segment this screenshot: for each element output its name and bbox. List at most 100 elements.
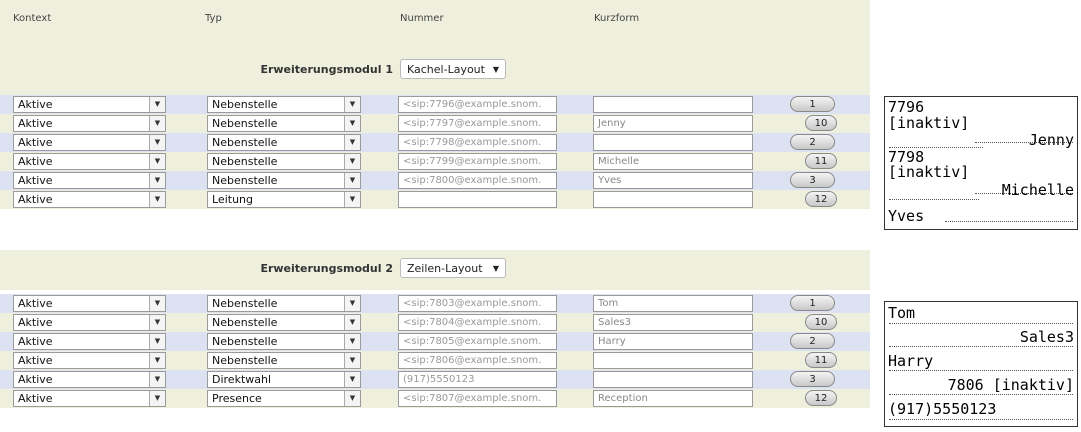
table-row: Aktive ▼ Nebenstelle ▼ <sip:7796@example.sno… — [0, 95, 870, 114]
typ-value: Nebenstelle — [212, 136, 278, 149]
typ-select[interactable]: Nebenstelle ▼ — [207, 115, 361, 132]
kontext-select[interactable]: Aktive ▼ — [13, 371, 166, 388]
display-divider — [889, 199, 979, 200]
kontext-select[interactable]: Aktive ▼ — [13, 96, 166, 113]
display-line: Harry — [888, 352, 934, 370]
display-line: Jenny — [1028, 131, 1074, 149]
module2-layout-select[interactable]: Zeilen-Layout ▼ — [400, 258, 506, 278]
kontext-value: Aktive — [18, 392, 53, 405]
display-line: 7806 [inaktiv] — [947, 376, 1074, 394]
display-line: Michelle — [1001, 181, 1074, 199]
function-key-button[interactable]: 12 — [805, 191, 837, 207]
kontext-value: Aktive — [18, 174, 53, 187]
kurzform-input[interactable] — [593, 371, 753, 388]
kurzform-input[interactable] — [593, 352, 753, 369]
chevron-down-icon: ▼ — [149, 372, 165, 387]
typ-select[interactable]: Nebenstelle ▼ — [207, 352, 361, 369]
nummer-input[interactable]: <sip:7800@example.snom. — [398, 172, 557, 189]
typ-value: Nebenstelle — [212, 335, 278, 348]
module2-display-preview: Tom Sales3 Harry 7806 [inaktiv] (917)555… — [884, 301, 1078, 427]
function-key-button[interactable]: 10 — [805, 115, 837, 131]
table-row: Aktive ▼ Nebenstelle ▼ <sip:7797@example.sno… — [0, 114, 870, 133]
function-key-button[interactable]: 1 — [790, 295, 835, 311]
column-header-typ: Typ — [205, 13, 222, 24]
kontext-select[interactable]: Aktive ▼ — [13, 172, 166, 189]
function-key-button[interactable]: 10 — [805, 314, 837, 330]
module1-layout-select[interactable]: Kachel-Layout ▼ — [400, 59, 506, 79]
typ-value: Nebenstelle — [212, 117, 278, 130]
typ-select[interactable]: Nebenstelle ▼ — [207, 172, 361, 189]
chevron-down-icon: ▼ — [344, 173, 360, 188]
function-key-button[interactable]: 3 — [790, 371, 835, 387]
nummer-input[interactable] — [398, 191, 557, 208]
display-divider — [889, 346, 1073, 347]
kurzform-input[interactable]: Yves — [593, 172, 753, 189]
typ-select[interactable]: Nebenstelle ▼ — [207, 295, 361, 312]
nummer-input[interactable]: <sip:7806@example.snom. — [398, 352, 557, 369]
module2-label: Erweiterungsmodul 2 — [260, 262, 393, 275]
kontext-select[interactable]: Aktive ▼ — [13, 134, 166, 151]
typ-value: Direktwahl — [212, 373, 272, 386]
typ-select[interactable]: Presence ▼ — [207, 390, 361, 407]
typ-select[interactable]: Nebenstelle ▼ — [207, 134, 361, 151]
typ-select[interactable]: Nebenstelle ▼ — [207, 96, 361, 113]
kurzform-input[interactable]: Reception — [593, 390, 753, 407]
chevron-down-icon: ▼ — [149, 192, 165, 207]
function-key-button[interactable]: 3 — [790, 172, 835, 188]
table-row: Aktive ▼ Leitung ▼ 12 — [0, 190, 870, 209]
function-key-button[interactable]: 12 — [805, 390, 837, 406]
kontext-select[interactable]: Aktive ▼ — [13, 153, 166, 170]
typ-select[interactable]: Nebenstelle ▼ — [207, 153, 361, 170]
function-key-button[interactable]: 2 — [790, 333, 835, 349]
column-header-nummer: Nummer — [400, 13, 444, 24]
table-row: Aktive ▼ Presence ▼ <sip:7807@example.snom. R… — [0, 389, 870, 408]
chevron-down-icon: ▼ — [149, 154, 165, 169]
typ-select[interactable]: Direktwahl ▼ — [207, 371, 361, 388]
kurzform-input[interactable] — [593, 96, 753, 113]
typ-value: Nebenstelle — [212, 98, 278, 111]
kurzform-input[interactable]: Sales3 — [593, 314, 753, 331]
kurzform-input[interactable]: Tom — [593, 295, 753, 312]
nummer-input[interactable]: (917)5550123 — [398, 371, 557, 388]
kontext-select[interactable]: Aktive ▼ — [13, 390, 166, 407]
kontext-value: Aktive — [18, 193, 53, 206]
kontext-select[interactable]: Aktive ▼ — [13, 352, 166, 369]
nummer-input[interactable]: <sip:7798@example.snom. — [398, 134, 557, 151]
function-key-button[interactable]: 2 — [790, 134, 835, 150]
nummer-input[interactable]: <sip:7807@example.snom. — [398, 390, 557, 407]
function-key-button[interactable]: 11 — [805, 352, 837, 368]
kontext-value: Aktive — [18, 316, 53, 329]
kurzform-input[interactable]: Harry — [593, 333, 753, 350]
kurzform-input[interactable]: Michelle — [593, 153, 753, 170]
function-key-button[interactable]: 11 — [805, 153, 837, 169]
kontext-value: Aktive — [18, 117, 53, 130]
table-row: Aktive ▼ Nebenstelle ▼ <sip:7803@example.sno… — [0, 294, 870, 313]
kontext-value: Aktive — [18, 297, 53, 310]
display-line: Yves — [888, 207, 925, 225]
table-row: Aktive ▼ Direktwahl ▼ (917)5550123 3 — [0, 370, 870, 389]
nummer-input[interactable]: <sip:7796@example.snom. — [398, 96, 557, 113]
kurzform-input[interactable] — [593, 134, 753, 151]
kontext-select[interactable]: Aktive ▼ — [13, 295, 166, 312]
nummer-input[interactable]: <sip:7797@example.snom. — [398, 115, 557, 132]
kontext-select[interactable]: Aktive ▼ — [13, 314, 166, 331]
table-row: Aktive ▼ Nebenstelle ▼ <sip:7806@example.sno… — [0, 351, 870, 370]
kurzform-input[interactable] — [593, 191, 753, 208]
kontext-select[interactable]: Aktive ▼ — [13, 115, 166, 132]
chevron-down-icon: ▼ — [344, 135, 360, 150]
kontext-select[interactable]: Aktive ▼ — [13, 191, 166, 208]
typ-select[interactable]: Nebenstelle ▼ — [207, 333, 361, 350]
kontext-select[interactable]: Aktive ▼ — [13, 333, 166, 350]
nummer-input[interactable]: <sip:7803@example.snom. — [398, 295, 557, 312]
display-divider — [889, 323, 1073, 324]
chevron-down-icon: ▼ — [149, 334, 165, 349]
nummer-input[interactable]: <sip:7805@example.snom. — [398, 333, 557, 350]
table-row: Aktive ▼ Nebenstelle ▼ <sip:7798@example.sno… — [0, 133, 870, 152]
chevron-down-icon: ▼ — [492, 65, 499, 74]
nummer-input[interactable]: <sip:7804@example.snom. — [398, 314, 557, 331]
function-key-button[interactable]: 1 — [790, 96, 835, 112]
kurzform-input[interactable]: Jenny — [593, 115, 753, 132]
nummer-input[interactable]: <sip:7799@example.snom. — [398, 153, 557, 170]
typ-select[interactable]: Nebenstelle ▼ — [207, 314, 361, 331]
typ-select[interactable]: Leitung ▼ — [207, 191, 361, 208]
